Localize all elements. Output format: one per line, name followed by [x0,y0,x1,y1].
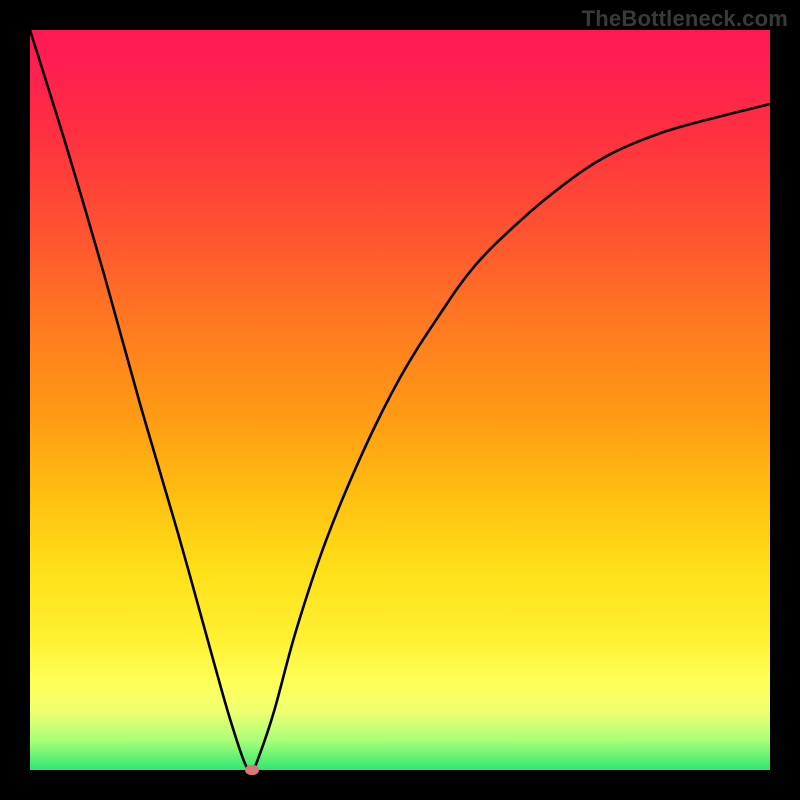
chart-frame: TheBottleneck.com [0,0,800,800]
curve-layer [30,30,770,770]
minimum-point-marker [245,765,259,775]
watermark-text: TheBottleneck.com [582,6,788,32]
bottleneck-curve [30,30,770,770]
plot-area [30,30,770,770]
